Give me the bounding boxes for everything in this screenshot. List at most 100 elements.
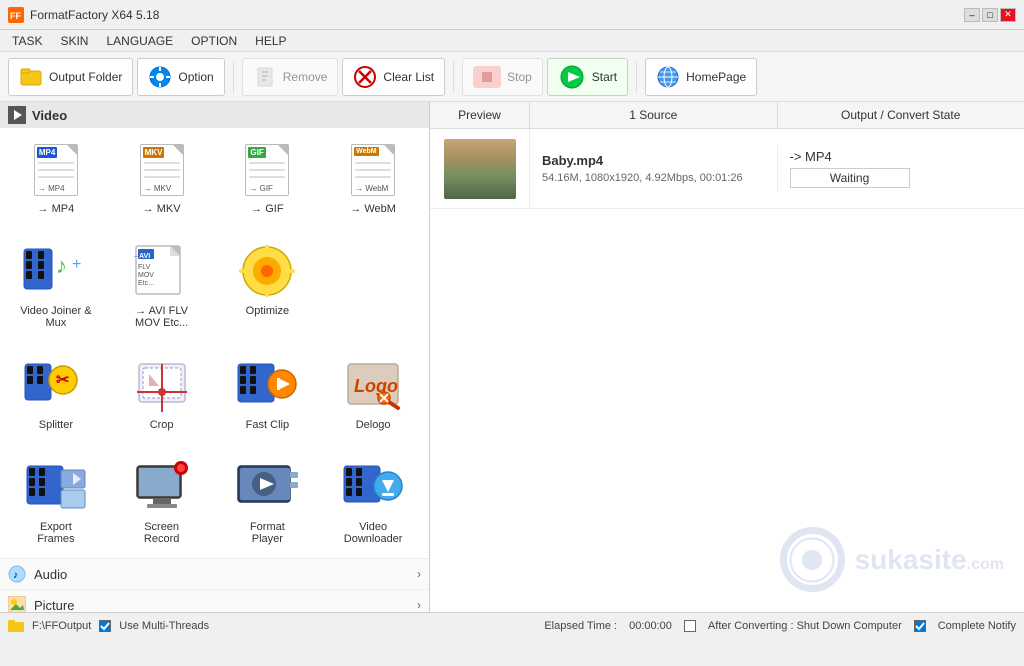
source-filename: Baby.mp4: [542, 153, 765, 168]
col-preview: Preview: [430, 102, 530, 128]
close-button[interactable]: ✕: [1000, 8, 1016, 22]
format-player-icon: [233, 457, 301, 517]
format-webm[interactable]: WebM → WebM → WebM: [321, 132, 425, 224]
stop-button[interactable]: Stop: [462, 58, 543, 96]
tools-row-3: ExportFrames ScreenRecord: [0, 444, 429, 558]
separator-2: [453, 61, 454, 93]
tool-fast-clip[interactable]: Fast Clip: [216, 346, 320, 440]
homepage-button[interactable]: HomePage: [645, 58, 757, 96]
avi-flv-icon: AVI FLV MOV Etc... →: [128, 241, 196, 301]
start-button[interactable]: Start: [547, 58, 628, 96]
remove-label: Remove: [283, 70, 328, 84]
output-folder-label: Output Folder: [49, 70, 122, 84]
status-bar-left: F:\FFOutput Use Multi-Threads: [8, 619, 209, 633]
notify-checkbox[interactable]: [914, 620, 926, 632]
svg-text:♪: ♪: [56, 253, 67, 278]
menu-language[interactable]: LANGUAGE: [98, 32, 181, 50]
crop-icon: [128, 355, 196, 415]
remove-button[interactable]: Remove: [242, 58, 339, 96]
tool-optimize[interactable]: Optimize: [216, 232, 320, 338]
screen-record-icon: [128, 457, 196, 517]
tool-export-frames[interactable]: ExportFrames: [4, 448, 108, 554]
folder-icon: [19, 65, 43, 89]
crop-label: Crop: [150, 419, 174, 431]
homepage-icon: [656, 65, 680, 89]
splitter-icon: ✂: [22, 355, 90, 415]
export-frames-label: ExportFrames: [37, 521, 74, 545]
tool-delogo[interactable]: Logo Delogo: [321, 346, 425, 440]
tool-screen-record[interactable]: ScreenRecord: [110, 448, 214, 554]
table-content: Baby.mp4 54.16M, 1080x1920, 4.92Mbps, 00…: [430, 129, 1024, 612]
tool-splitter[interactable]: ✂ Splitter: [4, 346, 108, 440]
tools-row-1: ♪ + Video Joiner & Mux AVI FLV: [0, 228, 429, 342]
left-panel: Video MP4 → M: [0, 102, 430, 612]
format-gif[interactable]: GIF → GIF → GIF: [216, 132, 320, 224]
option-label: Option: [178, 70, 213, 84]
svg-text:✂: ✂: [56, 372, 70, 389]
picture-arrow: ›: [417, 598, 421, 612]
format-grid: MP4 → MP4 → MP4: [0, 128, 429, 228]
app-icon: FF: [8, 7, 24, 23]
picture-section[interactable]: Picture ›: [0, 589, 429, 612]
delogo-label: Delogo: [356, 419, 391, 431]
video-section-icon: [8, 106, 26, 124]
elapsed-label: Elapsed Time :: [544, 620, 617, 632]
maximize-button[interactable]: □: [982, 8, 998, 22]
toolbar: Output Folder Option Remove Clear List: [0, 52, 1024, 102]
tool-format-player[interactable]: FormatPlayer: [216, 448, 320, 554]
format-mkv[interactable]: MKV → MKV → MKV: [110, 132, 214, 224]
tool-crop[interactable]: Crop: [110, 346, 214, 440]
svg-text:♪: ♪: [13, 570, 18, 581]
start-label: Start: [592, 70, 617, 84]
minimize-button[interactable]: –: [964, 8, 980, 22]
tool-video-downloader[interactable]: VideoDownloader: [321, 448, 425, 554]
stop-icon: [473, 66, 501, 88]
menu-task[interactable]: TASK: [4, 32, 50, 50]
option-icon: [148, 65, 172, 89]
splitter-label: Splitter: [39, 419, 73, 431]
gif-icon: GIF → GIF: [236, 141, 298, 199]
main-container: Video MP4 → M: [0, 102, 1024, 612]
video-section-header[interactable]: Video: [0, 102, 429, 128]
format-mp4[interactable]: MP4 → MP4 → MP4: [4, 132, 108, 224]
mkv-label: → MKV: [143, 203, 181, 215]
audio-section[interactable]: ♪ Audio ›: [0, 558, 429, 589]
title-bar: FF FormatFactory X64 5.18 – □ ✕: [0, 0, 1024, 30]
optimize-icon: [233, 241, 301, 301]
picture-label: Picture: [34, 598, 74, 613]
menu-option[interactable]: OPTION: [183, 32, 245, 50]
multi-threads-checkbox[interactable]: [99, 620, 111, 632]
output-format: -> MP4: [790, 149, 1013, 164]
shutdown-checkbox[interactable]: [684, 620, 696, 632]
option-button[interactable]: Option: [137, 58, 224, 96]
multi-threads-label: Use Multi-Threads: [119, 620, 209, 632]
mkv-icon: MKV → MKV: [131, 141, 193, 199]
avi-flv-label: → AVI FLVMOV Etc...: [135, 305, 188, 329]
shutdown-label: After Converting : Shut Down Computer: [708, 620, 902, 632]
clear-list-label: Clear List: [383, 70, 434, 84]
menu-skin[interactable]: SKIN: [52, 32, 96, 50]
notify-label: Complete Notify: [938, 620, 1016, 632]
video-section-title: Video: [32, 108, 67, 123]
clear-list-button[interactable]: Clear List: [342, 58, 445, 96]
preview-thumbnail: [444, 139, 516, 199]
joiner-icon: ♪ +: [22, 241, 90, 301]
row-preview-cell: [430, 129, 530, 208]
remove-icon: [253, 65, 277, 89]
folder-path: F:\FFOutput: [32, 620, 91, 632]
table-row[interactable]: Baby.mp4 54.16M, 1080x1920, 4.92Mbps, 00…: [430, 129, 1024, 209]
output-folder-button[interactable]: Output Folder: [8, 58, 133, 96]
window-title: FormatFactory X64 5.18: [30, 8, 159, 22]
tool-video-joiner[interactable]: ♪ + Video Joiner & Mux: [4, 232, 108, 338]
svg-text:FLV: FLV: [138, 264, 151, 271]
webm-icon: WebM → WebM: [342, 141, 404, 199]
separator-3: [636, 61, 637, 93]
tool-avi-flv[interactable]: AVI FLV MOV Etc... → → AVI FLVMOV Etc...: [110, 232, 214, 338]
clear-list-icon: [353, 65, 377, 89]
svg-text:Etc...: Etc...: [138, 280, 154, 287]
menu-bar: TASK SKIN LANGUAGE OPTION HELP: [0, 30, 1024, 52]
webm-label: → WebM: [350, 203, 396, 215]
stop-label: Stop: [507, 70, 532, 84]
menu-help[interactable]: HELP: [247, 32, 294, 50]
audio-arrow: ›: [417, 567, 421, 581]
